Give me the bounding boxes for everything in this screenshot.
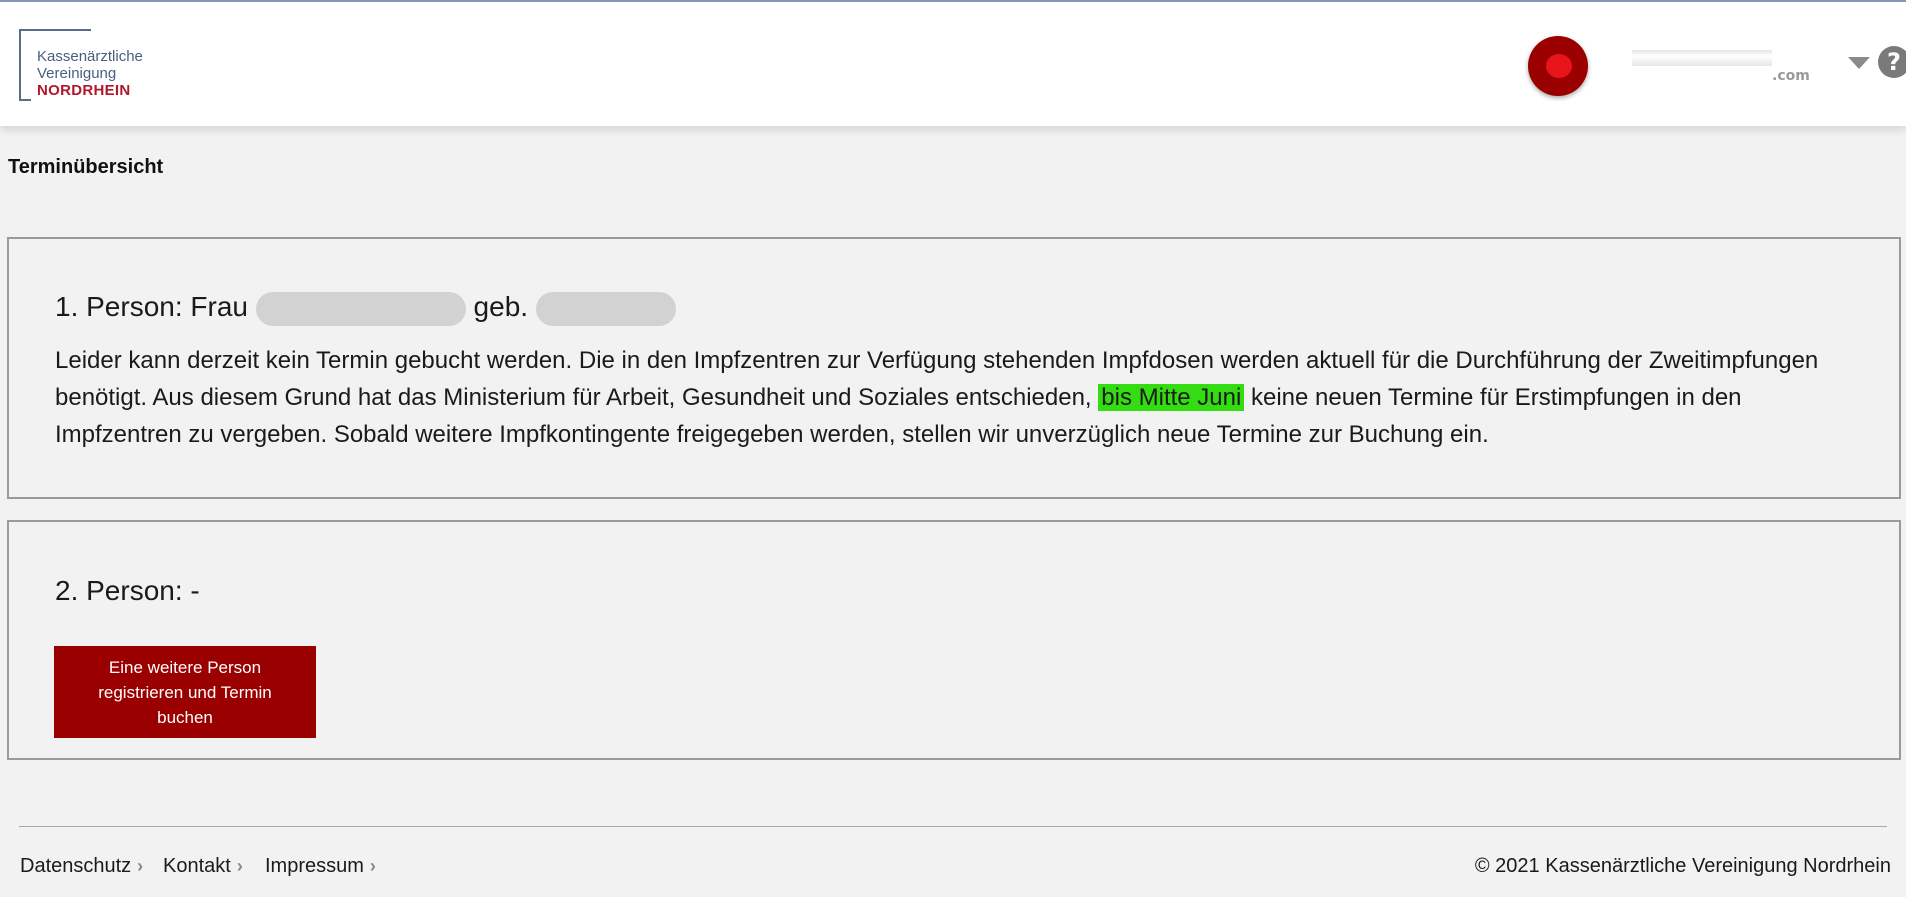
person-1-card: 1. Person: Frau geb. Leider kann derzeit… (7, 237, 1901, 499)
register-person-button[interactable]: Eine weitere Person registrieren und Ter… (54, 646, 316, 738)
message-highlight: bis Mitte Juni (1098, 384, 1245, 411)
avatar-redaction (1546, 54, 1572, 78)
kvno-logo[interactable]: Kassenärztliche Vereinigung NORDRHEIN (19, 29, 169, 103)
page-title: Terminübersicht (8, 156, 164, 178)
person-2-card: 2. Person: - Eine weitere Person registr… (7, 520, 1901, 760)
footer-link-label: Kontakt (163, 855, 231, 877)
person-1-heading-geb: geb. (473, 291, 529, 322)
person-1-heading-prefix: 1. Person: Frau (55, 291, 248, 322)
chevron-down-icon[interactable] (1848, 57, 1870, 69)
app-header: Kassenärztliche Vereinigung NORDRHEIN .c… (0, 2, 1906, 126)
copyright: © 2021 Kassenärztliche Vereinigung Nordr… (1474, 855, 1891, 877)
logo-text-line2: Vereinigung (37, 65, 117, 82)
logo-text-line1: Kassenärztliche (37, 48, 143, 65)
person-1-heading: 1. Person: Frau geb. (55, 291, 676, 326)
footer-link-label: Impressum (265, 855, 364, 877)
help-icon[interactable]: ? (1878, 46, 1906, 78)
chevron-right-icon: › (236, 856, 243, 876)
name-redaction (255, 291, 466, 326)
footer-link-impressum[interactable]: Impressum › (265, 855, 376, 878)
email-redaction (1632, 50, 1772, 66)
footer-link-label: Datenschutz (20, 855, 132, 877)
footer-divider (19, 826, 1887, 827)
avatar[interactable] (1528, 36, 1588, 96)
logo-bracket-foot (19, 99, 31, 101)
footer-link-kontakt[interactable]: Kontakt › (163, 855, 243, 878)
logo-text-line3: NORDRHEIN (37, 82, 131, 99)
chevron-right-icon: › (369, 856, 376, 876)
person-2-heading: 2. Person: - (55, 575, 200, 606)
user-email[interactable]: .com (1602, 46, 1818, 86)
chevron-right-icon: › (137, 856, 144, 876)
user-menu: .com ? (1506, 2, 1906, 126)
birthname-redaction (535, 291, 676, 326)
footer-link-datenschutz[interactable]: Datenschutz › (20, 855, 143, 878)
person-1-message: Leider kann derzeit kein Termin gebucht … (55, 342, 1855, 453)
email-suffix: .com (1772, 68, 1810, 84)
